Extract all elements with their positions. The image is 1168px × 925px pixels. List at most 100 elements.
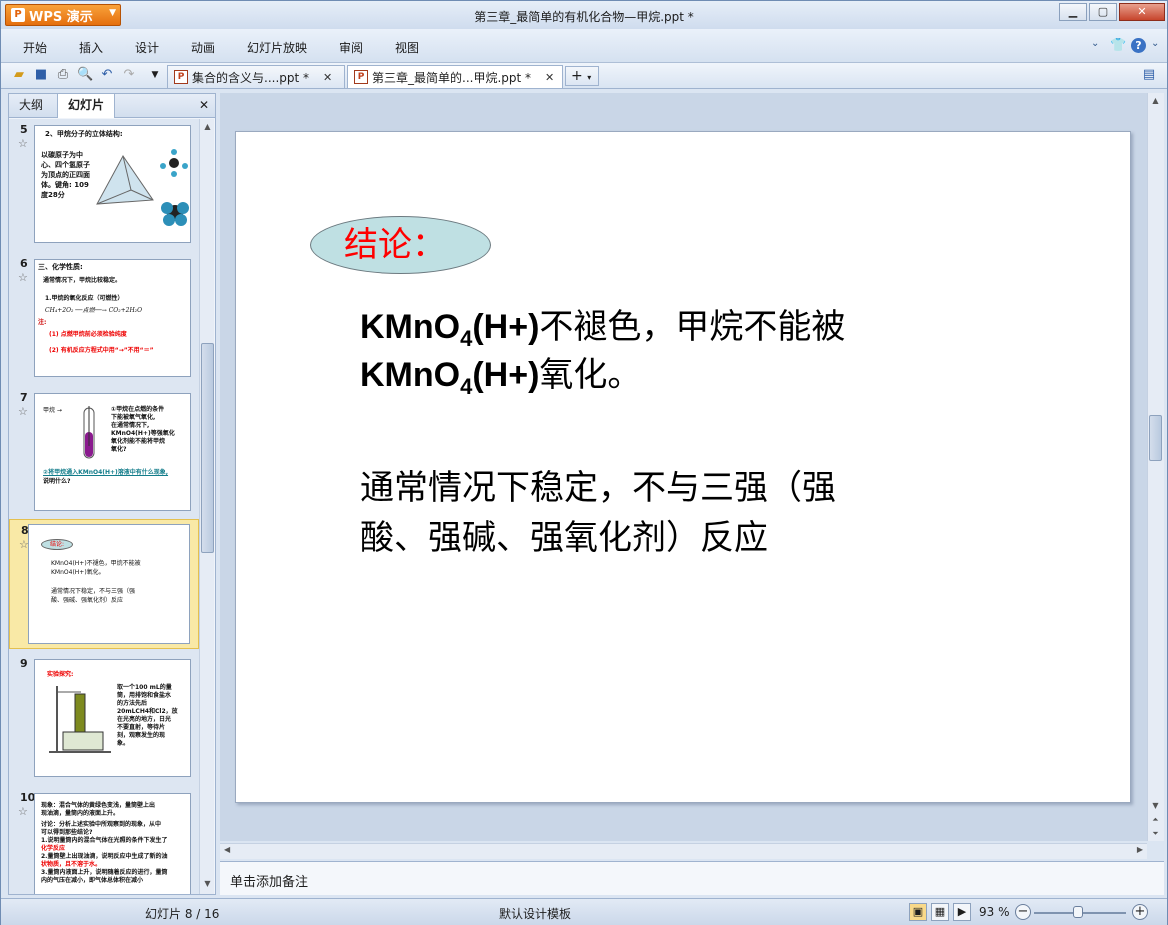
thumb-text: 象。 — [117, 740, 130, 747]
scroll-right-icon[interactable]: ▶ — [1137, 845, 1143, 854]
formula-text: (H+) — [472, 356, 540, 394]
thumb-text: 以碳原子为中 — [41, 151, 83, 159]
minimize-button[interactable]: ▁ — [1059, 3, 1087, 21]
customize-dropdown-icon[interactable]: ▼ — [147, 67, 163, 83]
thumb-text: 说明什么? — [43, 478, 71, 485]
doc-tab-label: 第三章_最简单的...甲烷.ppt * — [372, 70, 532, 85]
menu-slideshow[interactable]: 幻灯片放映 — [247, 39, 307, 56]
thumb-text: CH₄+2O₂ ──点燃──→ CO₂+2H₂O — [45, 307, 143, 314]
slide-sorter-icon[interactable]: ▦ — [931, 903, 949, 921]
skin-shirt-icon[interactable]: 👕 — [1110, 38, 1126, 53]
thumbnail-scrollbar[interactable]: ▲ ▼ — [199, 119, 214, 894]
tab-outline[interactable]: 大纲 — [9, 94, 53, 118]
menu-design[interactable]: 设计 — [135, 39, 159, 56]
design-template: 默认设计模板 — [499, 907, 572, 921]
slideshow-icon[interactable]: ▶ — [953, 903, 971, 921]
thumbnail-slide-6[interactable]: 6 ☆ 三、化学性质: 通常情况下，甲烷比较稳定。 1.甲烷的氧化反应（可燃性）… — [9, 253, 199, 381]
slide-line-2[interactable]: KMnO4(H+)氧化。 — [360, 352, 641, 410]
chevron-down-icon[interactable]: ⌄ — [1091, 38, 1099, 49]
current-slide[interactable]: 结论： KMnO4(H+)不褪色，甲烷不能被 KMnO4(H+)氧化。 通常情况… — [235, 131, 1131, 803]
thumbnail-slide-10[interactable]: 10 ☆ 现象：混合气体的黄绿色变浅，量筒壁上出 现油滴，量筒内的液面上升。 讨… — [9, 787, 199, 894]
thumb-text: KMnO4(H+)不褪色，甲烷不能被 — [51, 560, 141, 567]
menu-animation[interactable]: 动画 — [191, 39, 215, 56]
thumbnail-slide-7[interactable]: 7 ☆ 甲烷 → ①甲烷在点燃的条件 下能被氧气氧化, 在通常情况下, KMnO… — [9, 387, 199, 515]
menu-view[interactable]: 视图 — [395, 39, 419, 56]
thumb-text: 现油滴，量筒内的液面上升。 — [41, 810, 120, 817]
zoom-slider-handle[interactable] — [1073, 906, 1083, 918]
notes-pane[interactable]: 单击添加备注 — [220, 861, 1164, 895]
panel-tabs: 大纲 幻灯片 ✕ — [9, 94, 215, 118]
conclusion-ellipse[interactable]: 结论： — [310, 216, 491, 274]
status-bar: 幻灯片 8 / 16 默认设计模板 ▣ ▦ ▶ 93 % − + — [1, 898, 1167, 925]
thumb-text: 2、甲烷分子的立体结构: — [45, 130, 123, 138]
next-slide-icon[interactable]: ⏷ — [1149, 827, 1162, 841]
redo-icon[interactable]: ↷ — [121, 67, 137, 83]
slide-editor: 结论： KMnO4(H+)不褪色，甲烷不能被 KMnO4(H+)氧化。 通常情况… — [220, 93, 1164, 859]
scroll-down-icon[interactable]: ▼ — [1149, 799, 1162, 813]
menu-review[interactable]: 审阅 — [339, 39, 363, 56]
thumbnail-image: 甲烷 → ①甲烷在点燃的条件 下能被氧气氧化, 在通常情况下, KMnO4(H+… — [34, 393, 191, 511]
thumb-text: KMnO4(H+)等强氧化 — [111, 430, 175, 437]
thumbnail-slide-9[interactable]: 9 实验探究: 取一个100 mL的量 筒，用排饱和食盐水 的方法先后 20mL… — [9, 653, 199, 781]
thumb-text: 在光亮的地方，日光 — [117, 716, 172, 723]
animation-star-icon: ☆ — [18, 271, 28, 284]
thumbnail-image: 结论: KMnO4(H+)不褪色，甲烷不能被 KMnO4(H+)氧化。 通常情况… — [28, 524, 190, 644]
thumb-text: 现象：混合气体的黄绿色变浅，量筒壁上出 — [41, 802, 156, 809]
thumb-text: 体。键角: 109 — [41, 181, 89, 189]
thumb-text: 取一个100 mL的量 — [117, 684, 172, 691]
notes-placeholder: 单击添加备注 — [230, 875, 309, 890]
print-preview-icon[interactable]: 🔍 — [77, 67, 93, 83]
line-text: 不褪色，甲烷不能被 — [539, 307, 846, 347]
open-folder-icon[interactable]: ▰ — [11, 67, 27, 83]
thumb-text: 度28分 — [41, 191, 65, 199]
new-tab-button[interactable]: + ▾ — [565, 66, 599, 86]
editor-vertical-scrollbar[interactable]: ▲ ▼ ⏶ ⏷ — [1147, 93, 1164, 841]
menu-insert[interactable]: 插入 — [79, 39, 103, 56]
zoom-in-button[interactable]: + — [1132, 904, 1148, 920]
close-icon[interactable]: ✕ — [323, 71, 332, 84]
thumb-text: 不要直射，等待片 — [117, 724, 166, 731]
thumbnail-slide-8[interactable]: 8 ☆ 结论: KMnO4(H+)不褪色，甲烷不能被 KMnO4(H+)氧化。 … — [9, 519, 199, 649]
doc-tab-label: 集合的含义与....ppt * — [192, 70, 310, 85]
close-icon[interactable]: ✕ — [199, 98, 209, 112]
thumb-text: 下能被氧气氧化, — [111, 414, 156, 421]
prev-slide-icon[interactable]: ⏶ — [1149, 813, 1162, 827]
close-icon[interactable]: ✕ — [545, 71, 554, 84]
thumbnail-slide-5[interactable]: 5 ☆ 2、甲烷分子的立体结构: 以碳原子为中 心、四个氢原子 为顶点的正四面 … — [9, 119, 199, 247]
menu-home[interactable]: 开始 — [23, 39, 47, 56]
normal-view-icon[interactable]: ▣ — [909, 903, 927, 921]
thumb-text: 氧化? — [111, 446, 127, 453]
slide-line-3[interactable]: 通常情况下稳定，不与三强（强 — [360, 465, 836, 511]
lab-apparatus-diagram — [49, 686, 111, 753]
save-icon[interactable]: ■ — [33, 67, 49, 83]
thumbnail-image: 现象：混合气体的黄绿色变浅，量筒壁上出 现油滴，量筒内的液面上升。 讨论：分析上… — [34, 793, 191, 894]
restore-panel-icon[interactable]: ▤ — [1141, 67, 1157, 83]
scrollbar-thumb[interactable] — [201, 343, 214, 553]
editor-horizontal-scrollbar[interactable]: ◀ ▶ — [220, 843, 1147, 859]
formula-text: KMnO — [360, 356, 461, 394]
help-icon[interactable]: ? — [1131, 38, 1146, 53]
doc-tab-2[interactable]: P 第三章_最简单的...甲烷.ppt * ✕ — [347, 65, 563, 88]
print-icon[interactable]: ⎙ — [55, 67, 71, 83]
close-button[interactable]: ✕ — [1119, 3, 1165, 21]
maximize-button[interactable]: ▢ — [1089, 3, 1117, 21]
thumb-text: 实验探究: — [47, 671, 74, 678]
scroll-left-icon[interactable]: ◀ — [224, 845, 230, 854]
thumb-text: 1.甲烷的氧化反应（可燃性） — [45, 295, 124, 302]
scroll-down-icon[interactable]: ▼ — [201, 877, 214, 891]
test-tube-diagram — [83, 406, 95, 459]
doc-tab-1[interactable]: P 集合的含义与....ppt * ✕ — [167, 65, 345, 88]
zoom-out-button[interactable]: − — [1015, 904, 1031, 920]
scrollbar-thumb[interactable] — [1149, 415, 1162, 461]
zoom-level: 93 % — [979, 905, 1010, 919]
undo-icon[interactable]: ↶ — [99, 67, 115, 83]
window-title: 第三章_最简单的有机化合物—甲烷.ppt * — [474, 10, 694, 24]
tab-slides[interactable]: 幻灯片 — [57, 94, 116, 118]
scroll-up-icon[interactable]: ▲ — [1149, 94, 1162, 108]
slide-line-4[interactable]: 酸、强碱、强氧化剂）反应 — [360, 515, 768, 561]
slide-number: 5 — [20, 123, 28, 136]
thumbnail-image: 实验探究: 取一个100 mL的量 筒，用排饱和食盐水 的方法先后 20mLCH… — [34, 659, 191, 777]
chevron-down-icon[interactable]: ⌄ — [1151, 38, 1159, 49]
animation-star-icon: ☆ — [18, 805, 28, 818]
scroll-up-icon[interactable]: ▲ — [201, 120, 214, 134]
